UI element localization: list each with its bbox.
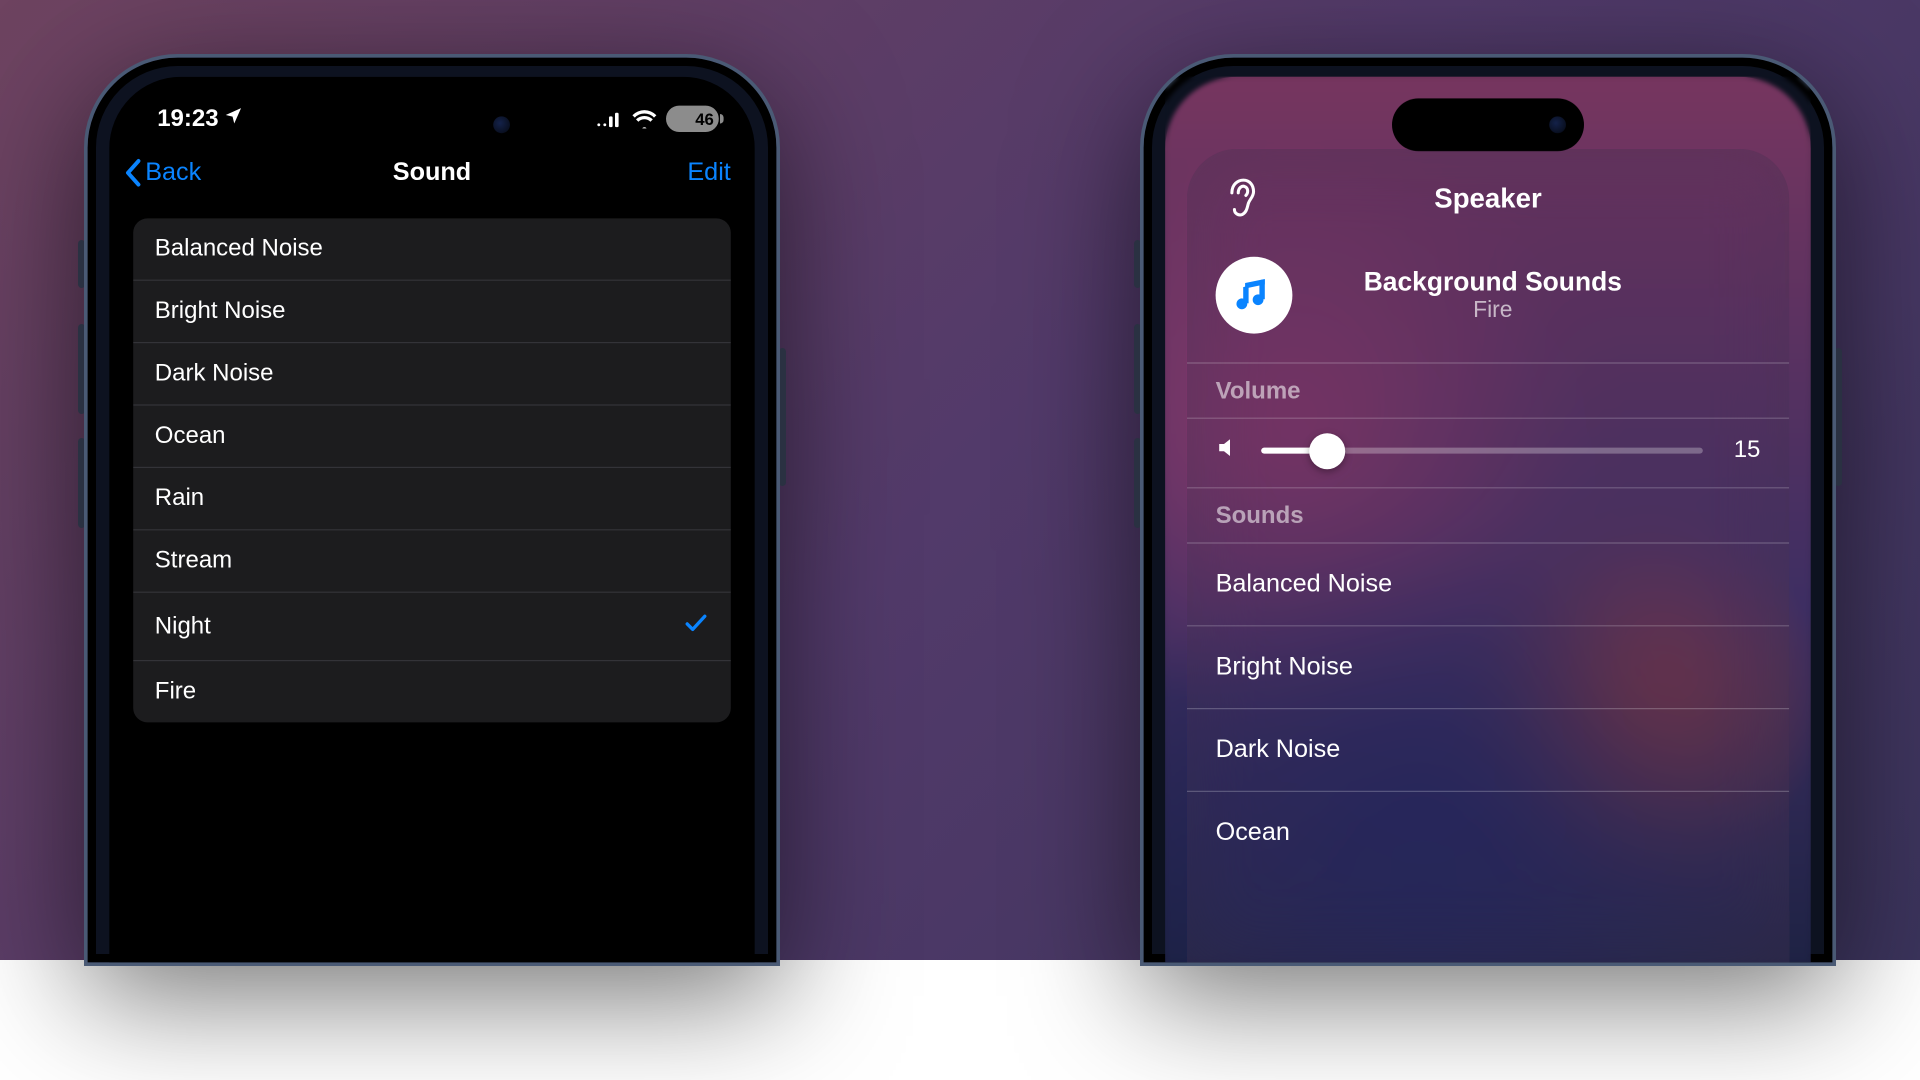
sound-option[interactable]: Ocean — [1187, 791, 1789, 874]
volume-slider[interactable] — [1261, 448, 1703, 454]
left-phone-mockup: 19:23 — [84, 54, 780, 966]
back-label: Back — [145, 158, 201, 187]
wifi-icon — [631, 109, 657, 128]
sound-option-label: Balanced Noise — [155, 235, 323, 263]
nav-bar: Back Sound Edit — [109, 149, 755, 209]
sound-option-label: Bright Noise — [155, 298, 286, 326]
volume-section-label: Volume — [1187, 362, 1789, 417]
sound-option-label: Ocean — [1216, 818, 1290, 846]
now-playing[interactable]: Background Sounds Fire — [1187, 247, 1789, 357]
front-camera-icon — [493, 116, 510, 133]
sound-option[interactable]: Balanced Noise — [1187, 542, 1789, 625]
slider-thumb[interactable] — [1309, 433, 1345, 469]
edit-button[interactable]: Edit — [687, 158, 730, 187]
sound-option[interactable]: Dark Noise — [133, 343, 731, 405]
battery-percent: 46 — [695, 109, 714, 128]
dynamic-island — [1392, 98, 1584, 151]
sound-option[interactable]: Ocean — [133, 406, 731, 468]
sound-list: Balanced Noise Bright Noise Dark Noise Ocea… — [133, 218, 731, 722]
right-phone-mockup: Speaker — [1140, 54, 1836, 966]
back-button[interactable]: Back — [124, 158, 202, 187]
volume-value: 15 — [1724, 437, 1760, 465]
sound-option[interactable]: Fire — [133, 661, 731, 722]
checkmark-icon — [683, 610, 709, 644]
sound-option[interactable]: Rain — [133, 468, 731, 530]
front-camera-icon — [1549, 116, 1566, 133]
battery-indicator: 46 — [666, 106, 719, 132]
volume-control: 15 — [1187, 418, 1789, 488]
sound-option-label: Ocean — [155, 422, 226, 450]
sound-option[interactable]: Night — [133, 593, 731, 661]
speaker-icon — [1216, 436, 1240, 466]
sound-option[interactable]: Dark Noise — [1187, 708, 1789, 791]
sound-option-label: Night — [155, 613, 211, 641]
sound-option[interactable]: Stream — [133, 530, 731, 592]
cellular-signal-icon — [596, 110, 622, 127]
hearing-control-panel: Speaker — [1187, 149, 1789, 963]
sounds-section-label: Sounds — [1187, 487, 1789, 542]
sound-option[interactable]: Bright Noise — [1187, 625, 1789, 708]
dynamic-island — [336, 98, 528, 151]
status-time: 19:23 — [157, 105, 218, 133]
now-playing-subtitle: Fire — [1225, 298, 1760, 324]
sound-option-label: Dark Noise — [155, 360, 274, 388]
sound-option[interactable]: Bright Noise — [133, 281, 731, 343]
location-icon — [223, 105, 243, 133]
ear-icon — [1220, 178, 1261, 219]
sound-option-label: Stream — [155, 547, 232, 575]
sound-option-label: Rain — [155, 485, 204, 513]
page-title: Sound — [393, 158, 471, 187]
sound-option-label: Dark Noise — [1216, 736, 1341, 764]
panel-title: Speaker — [1434, 182, 1541, 214]
now-playing-title: Background Sounds — [1225, 266, 1760, 297]
sound-option[interactable]: Balanced Noise — [133, 218, 731, 280]
sound-option-label: Fire — [155, 678, 196, 706]
sound-option-label: Balanced Noise — [1216, 570, 1393, 598]
sound-option-label: Bright Noise — [1216, 653, 1353, 681]
